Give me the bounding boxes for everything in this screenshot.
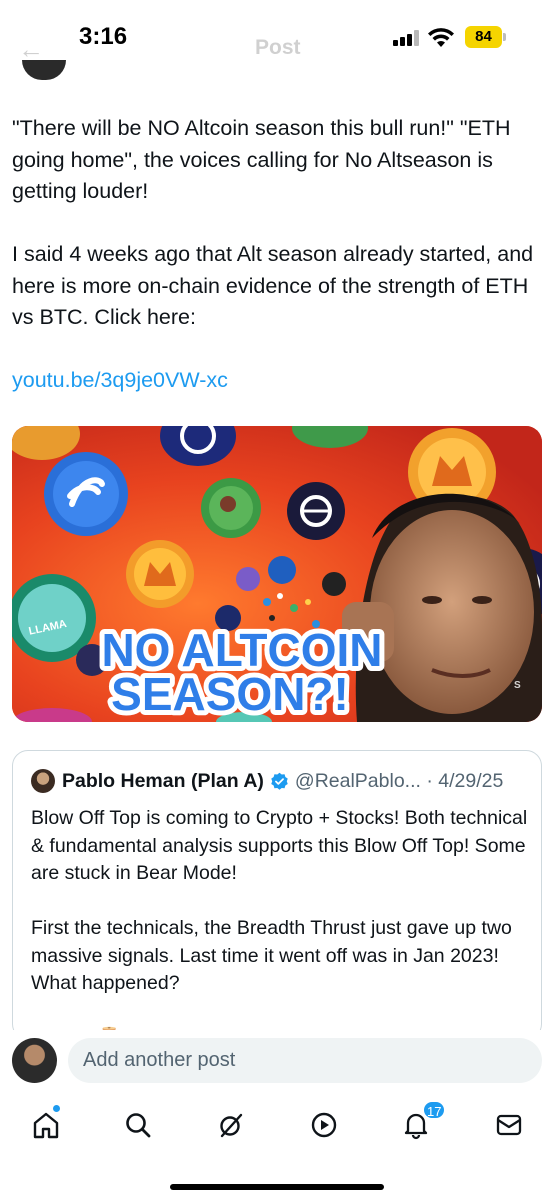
quoted-post-text: Blow Off Top is coming to Crypto + Stock… <box>31 805 531 1039</box>
battery-tip <box>503 33 506 41</box>
nav-video[interactable] <box>302 1105 346 1145</box>
thumbnail-art: S NO ALTCOIN NO ALTCOIN SEASON?! SEASON?… <box>12 426 542 722</box>
post-link[interactable]: youtu.be/3q9je0VW-xc <box>12 368 228 392</box>
headline-line-2-fill: SEASON?! <box>111 668 349 720</box>
quoted-handle-date: @RealPablo... · 4/29/25 <box>294 769 504 792</box>
user-avatar[interactable] <box>12 1038 57 1083</box>
bottom-navigation: 17 <box>0 1095 554 1155</box>
notification-count-badge: 17 <box>422 1100 447 1120</box>
messages-icon <box>496 1114 522 1136</box>
quoted-paragraph-1: Blow Off Top is coming to Crypto + Stock… <box>31 807 528 884</box>
reply-compose-bar: Add another post <box>0 1030 554 1090</box>
post-text: "There will be NO Altcoin season this bu… <box>12 113 542 428</box>
cellular-signal-icon <box>393 30 421 46</box>
home-icon <box>33 1112 59 1139</box>
post-paragraph-2: I said 4 weeks ago that Alt season alrea… <box>12 242 534 329</box>
nav-messages[interactable] <box>487 1105 531 1145</box>
thumbnail-headline: NO ALTCOIN NO ALTCOIN SEASON?! SEASON?! <box>96 619 387 722</box>
wifi-icon <box>428 28 454 47</box>
home-unread-dot <box>53 1105 60 1112</box>
nav-home[interactable] <box>24 1105 68 1145</box>
author-avatar[interactable] <box>22 60 66 80</box>
grok-icon <box>220 1113 243 1138</box>
quoted-post-header: Pablo Heman (Plan A) @RealPablo... · 4/2… <box>31 767 503 795</box>
nav-search[interactable] <box>116 1105 160 1145</box>
header-title: Post <box>255 36 301 59</box>
quoted-author-avatar[interactable] <box>31 769 55 793</box>
post-paragraph-1: "There will be NO Altcoin season this bu… <box>12 116 511 203</box>
battery-level: 84 <box>465 26 502 48</box>
svg-text:S: S <box>514 680 521 691</box>
verified-badge-icon <box>271 772 288 790</box>
post-media-thumbnail[interactable]: S NO ALTCOIN NO ALTCOIN SEASON?! SEASON?… <box>12 426 542 722</box>
status-time: 3:16 <box>79 23 128 50</box>
nav-grok[interactable] <box>209 1105 253 1145</box>
add-post-input[interactable]: Add another post <box>68 1038 542 1083</box>
quoted-post[interactable]: Pablo Heman (Plan A) @RealPablo... · 4/2… <box>12 750 542 1040</box>
status-bar: ← Post 3:16 84 <box>0 0 554 80</box>
search-icon <box>126 1113 151 1138</box>
home-indicator[interactable] <box>170 1184 384 1190</box>
quoted-paragraph-2: First the technicals, the Breadth Thrust… <box>31 917 512 994</box>
video-icon <box>311 1112 337 1138</box>
quoted-author-name[interactable]: Pablo Heman (Plan A) <box>62 770 264 793</box>
